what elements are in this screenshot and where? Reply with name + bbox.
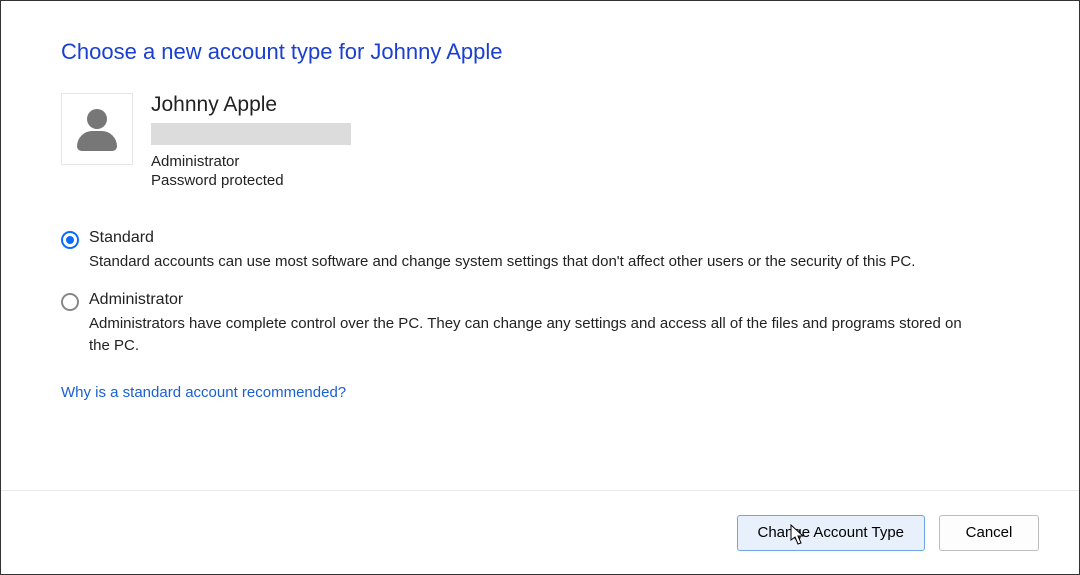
user-password-status: Password protected — [151, 172, 351, 189]
cancel-button[interactable]: Cancel — [939, 515, 1039, 551]
change-account-type-window: Choose a new account type for Johnny App… — [0, 0, 1080, 575]
user-details: Johnny Apple Administrator Password prot… — [151, 93, 351, 189]
option-standard-body: Standard Standard accounts can use most … — [89, 229, 1019, 273]
option-standard[interactable]: Standard Standard accounts can use most … — [61, 229, 1019, 273]
option-administrator-desc: Administrators have complete control ove… — [89, 313, 969, 357]
user-info-block: Johnny Apple Administrator Password prot… — [61, 93, 1019, 189]
page-title: Choose a new account type for Johnny App… — [61, 39, 1019, 65]
user-icon — [73, 105, 121, 153]
dialog-footer: Change Account Type Cancel — [1, 490, 1079, 574]
user-name: Johnny Apple — [151, 93, 351, 117]
option-administrator-body: Administrator Administrators have comple… — [89, 291, 1019, 357]
change-account-type-button[interactable]: Change Account Type — [737, 515, 926, 551]
account-type-options: Standard Standard accounts can use most … — [61, 229, 1019, 356]
user-email-redacted — [151, 123, 351, 145]
option-administrator-label: Administrator — [89, 291, 1019, 309]
radio-administrator[interactable] — [61, 293, 79, 311]
content-area: Choose a new account type for Johnny App… — [1, 1, 1079, 401]
option-administrator[interactable]: Administrator Administrators have comple… — [61, 291, 1019, 357]
user-role: Administrator — [151, 153, 351, 170]
option-standard-desc: Standard accounts can use most software … — [89, 251, 969, 273]
avatar — [61, 93, 133, 165]
option-standard-label: Standard — [89, 229, 1019, 247]
help-link[interactable]: Why is a standard account recommended? — [61, 384, 346, 401]
radio-standard[interactable] — [61, 231, 79, 249]
